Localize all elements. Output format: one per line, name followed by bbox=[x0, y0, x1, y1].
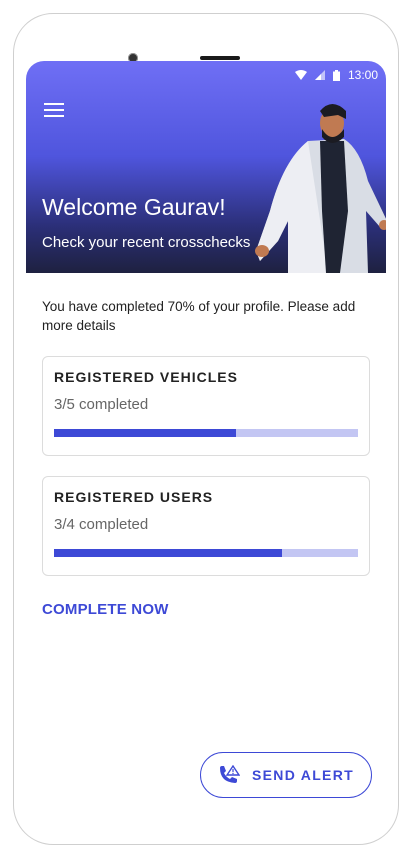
status-bar: 13:00 bbox=[294, 67, 378, 83]
profile-completion-message: You have completed 70% of your profile. … bbox=[42, 299, 356, 333]
send-alert-button[interactable]: SEND ALERT bbox=[200, 752, 372, 798]
app-screen: 13:00 Welcome Gaurav! Check your recent … bbox=[26, 61, 386, 833]
registered-vehicles-card[interactable]: REGISTERED VEHICLES 3/5 completed bbox=[42, 356, 370, 456]
status-time: 13:00 bbox=[347, 68, 378, 82]
card-progress-text: 3/5 completed bbox=[54, 396, 149, 413]
progress-bar bbox=[54, 429, 358, 437]
send-alert-label: SEND ALERT bbox=[252, 767, 354, 783]
complete-now-link[interactable]: COMPLETE NOW bbox=[42, 601, 169, 618]
progress-bar-fill bbox=[54, 549, 282, 557]
phone-alert-icon bbox=[220, 765, 241, 783]
main-content: You have completed 70% of your profile. … bbox=[42, 297, 370, 618]
card-progress-text: 3/4 completed bbox=[54, 516, 149, 533]
battery-icon bbox=[332, 69, 340, 81]
registered-users-card[interactable]: REGISTERED USERS 3/4 completed bbox=[42, 476, 370, 576]
menu-button[interactable] bbox=[44, 103, 64, 121]
header-banner: 13:00 Welcome Gaurav! Check your recent … bbox=[26, 61, 386, 273]
wifi-icon bbox=[294, 70, 307, 80]
doctor-illustration bbox=[255, 104, 386, 273]
card-title: REGISTERED VEHICLES bbox=[54, 369, 238, 385]
speaker bbox=[200, 56, 240, 60]
hamburger-menu-icon bbox=[44, 103, 64, 105]
signal-icon bbox=[314, 70, 325, 80]
progress-bar bbox=[54, 549, 358, 557]
progress-bar-fill bbox=[54, 429, 237, 437]
card-title: REGISTERED USERS bbox=[54, 489, 214, 505]
page-title: Welcome Gaurav! bbox=[42, 194, 226, 220]
page-subtitle: Check your recent crosschecks bbox=[42, 234, 251, 251]
